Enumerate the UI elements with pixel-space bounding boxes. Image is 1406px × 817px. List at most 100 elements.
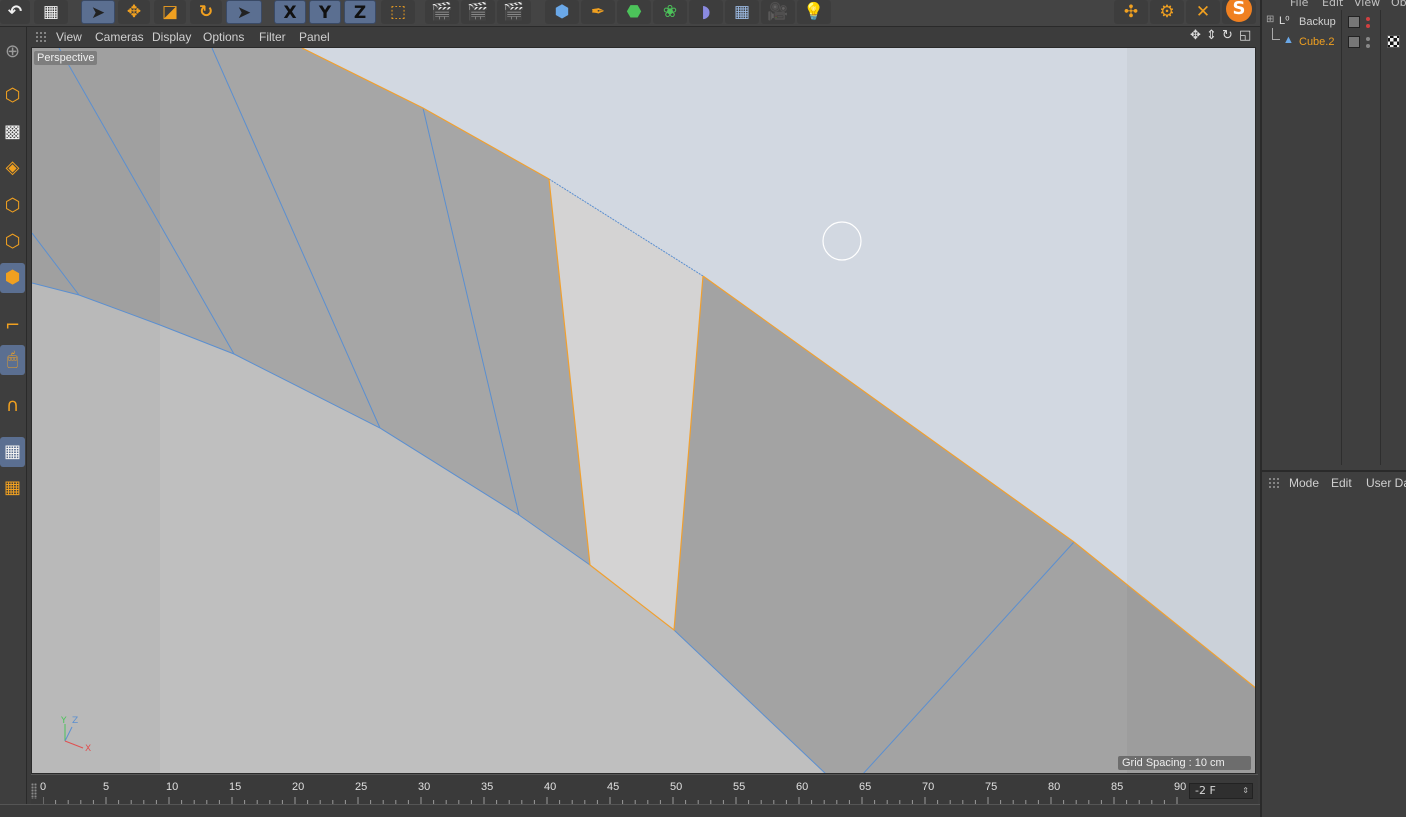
select-tool-button[interactable]: ➤ (81, 0, 115, 24)
object-row-cube2[interactable]: ▲ Cube.2 (1266, 28, 1406, 52)
checker-cube-icon: ▩ (3, 121, 21, 142)
ruler-label: 55 (733, 781, 746, 793)
gear-icon: ⚙ (1159, 2, 1175, 22)
om-menu-file[interactable]: File (1290, 0, 1308, 9)
add-array-button[interactable]: ❀ (653, 0, 687, 24)
visibility-dot-editor[interactable] (1366, 37, 1370, 41)
cursor-icon: ➤ (90, 3, 106, 23)
cinema4d-window: ↶ ▦ ➤ ✥ ◪ ↻ ➤ X Y Z ⬚ 🎬 🎬 🎬 ⬢ ✒ ⬣ ❀ ◗ ▦ … (0, 0, 1406, 817)
ruler-label: 85 (1111, 781, 1124, 793)
snap-button[interactable]: ✣ (1114, 0, 1148, 24)
make-editable-button[interactable]: ⊕ (0, 37, 25, 67)
object-row-backup[interactable]: ⊞ L⁰ Backup (1266, 14, 1406, 32)
material-tag-icon[interactable] (1387, 35, 1400, 48)
plugin-button[interactable]: S (1222, 0, 1256, 24)
add-nurbs-button[interactable]: ⬣ (617, 0, 651, 24)
visibility-dot-render[interactable] (1366, 44, 1370, 48)
rotate-view-icon[interactable]: ↻ (1222, 28, 1233, 43)
quantize-button[interactable]: ✕ (1186, 0, 1220, 24)
camera-label[interactable]: Perspective (34, 51, 98, 65)
polygons-icon: ⬢ (4, 267, 21, 288)
menu-view[interactable]: View (56, 30, 82, 44)
axis-icon: ⌐ (4, 315, 21, 336)
rotate-icon: ↻ (198, 2, 214, 22)
object-name: Cube.2 (1299, 36, 1335, 48)
scene-render (32, 48, 1255, 774)
scale-tool-button[interactable]: ◪ (154, 0, 186, 24)
current-frame-field[interactable]: -2 F ⇕ (1189, 783, 1253, 799)
snapping-button[interactable]: ∩ (0, 391, 25, 421)
pan-view-icon[interactable]: ✥ (1190, 28, 1201, 43)
editor-visibility-toggle[interactable] (1348, 36, 1360, 48)
viewport-perspective[interactable]: Y Z X Perspective Grid Spacing : 10 cm (31, 47, 1256, 774)
texture-mode-button[interactable]: ▩ (0, 117, 25, 147)
polygons-mode-button[interactable]: ⬢ (0, 263, 25, 293)
column-divider (1341, 10, 1342, 465)
rotate-tool-button[interactable]: ↻ (190, 0, 222, 24)
menu-filter[interactable]: Filter (259, 30, 286, 44)
add-spline-button[interactable]: ✒ (581, 0, 615, 24)
clapper-play-icon: 🎬 (467, 2, 489, 22)
y-axis-label: Y (318, 3, 332, 23)
redo-icon: ▦ (42, 2, 60, 22)
planar-workplane-button[interactable]: ▦ (0, 473, 25, 503)
scale-icon: ◪ (161, 2, 179, 22)
points-mode-button[interactable]: ⬡ (0, 191, 25, 221)
menu-panel[interactable]: Panel (299, 30, 330, 44)
s-logo-icon: S (1226, 0, 1252, 22)
maximize-view-icon[interactable]: ◱ (1239, 28, 1251, 43)
render-settings-button[interactable]: 🎬 (497, 0, 531, 24)
ruler-label: 60 (796, 781, 809, 793)
null-object-icon: L⁰ (1279, 15, 1290, 27)
tweak-mode-button[interactable]: 🖱 (0, 345, 25, 375)
x-axis-lock-button[interactable]: X (274, 0, 306, 24)
workplane-lock-button[interactable]: ▦ (0, 437, 25, 467)
add-cube-button[interactable]: ⬢ (545, 0, 579, 24)
visibility-dot-render[interactable] (1366, 24, 1370, 28)
am-menu-edit[interactable]: Edit (1331, 476, 1352, 490)
editor-visibility-toggle[interactable] (1348, 16, 1360, 28)
workplane-mode-button[interactable]: ◈ (0, 153, 25, 183)
axis-mode-button[interactable]: ⌐ (0, 311, 25, 341)
panel-grip-icon[interactable] (35, 31, 47, 43)
ruler-label: 90 (1174, 781, 1187, 793)
model-mode-button[interactable]: ⬡ (0, 81, 25, 111)
redo-button[interactable]: ▦ (34, 0, 68, 24)
panel-grip-icon[interactable] (1268, 477, 1280, 489)
mouse-icon: 🖱 (7, 349, 18, 370)
zoom-view-icon[interactable]: ⇕ (1206, 28, 1217, 43)
am-menu-user-data[interactable]: User Data (1366, 476, 1406, 490)
render-picture-viewer-button[interactable]: 🎬 (461, 0, 495, 24)
frame-stepper-icon[interactable]: ⇕ (1242, 784, 1249, 798)
coordinate-system-button[interactable]: ⬚ (381, 0, 415, 24)
grid-lock-icon: ▦ (3, 441, 21, 462)
y-axis-lock-button[interactable]: Y (309, 0, 341, 24)
workplane-button[interactable]: ⚙ (1150, 0, 1184, 24)
live-selection-button[interactable]: ➤ (226, 0, 262, 24)
om-menu-edit[interactable]: Edit (1322, 0, 1343, 9)
render-view-button[interactable]: 🎬 (425, 0, 459, 24)
add-floor-button[interactable]: ▦ (725, 0, 759, 24)
undo-button[interactable]: ↶ (0, 0, 30, 24)
move-tool-button[interactable]: ✥ (118, 0, 150, 24)
am-menu-mode[interactable]: Mode (1289, 476, 1319, 490)
shade-strip-left (32, 48, 160, 774)
edges-mode-button[interactable]: ⬡ (0, 227, 25, 257)
timeline-grip-icon (31, 783, 37, 799)
nurbs-icon: ⬣ (626, 2, 642, 22)
grid-spacing-label: Grid Spacing : 10 cm (1118, 756, 1251, 770)
timeline-ruler[interactable]: 0 5 10 15 20 25 30 35 40 45 50 55 60 65 70 75 80 85 90 -2 … (31, 774, 1258, 805)
menu-cameras[interactable]: Cameras (95, 30, 144, 44)
z-axis-lock-button[interactable]: Z (344, 0, 376, 24)
expand-icon[interactable]: ⊞ (1266, 14, 1274, 25)
add-light-button[interactable]: 💡 (797, 0, 831, 24)
om-menu-view[interactable]: View (1354, 0, 1380, 9)
add-camera-button[interactable]: 🎥 (761, 0, 795, 24)
menu-display[interactable]: Display (152, 30, 191, 44)
visibility-dot-editor[interactable] (1366, 17, 1370, 21)
add-deformer-button[interactable]: ◗ (689, 0, 723, 24)
pen-icon: ✒ (590, 2, 606, 22)
om-menu-objects[interactable]: Ob (1391, 0, 1406, 9)
clapper-settings-icon: 🎬 (503, 2, 525, 22)
menu-options[interactable]: Options (203, 30, 244, 44)
